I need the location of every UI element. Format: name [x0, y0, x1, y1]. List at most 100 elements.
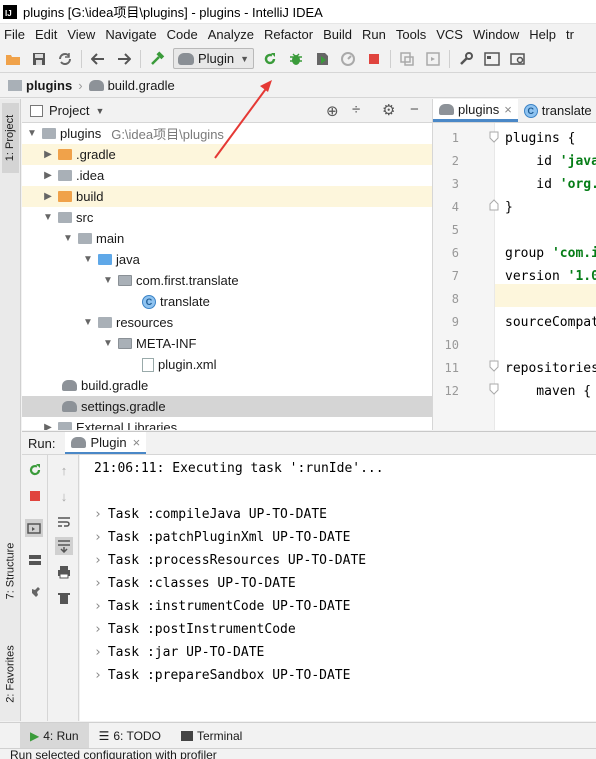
menu-file[interactable]: File: [0, 27, 30, 42]
run-configuration-select[interactable]: Plugin ▼: [173, 48, 255, 69]
collapse-arrow-icon[interactable]: ▶: [42, 422, 54, 430]
tree-node-translate-class[interactable]: C translate: [22, 291, 432, 312]
menu-help[interactable]: Help: [524, 27, 561, 42]
tree-node-idea[interactable]: ▶ .idea: [22, 165, 432, 186]
tree-node-resources[interactable]: ▼ resources: [22, 312, 432, 333]
restore-layout-icon[interactable]: [25, 519, 43, 537]
expand-arrow-icon[interactable]: ▼: [102, 338, 114, 349]
tab-favorites[interactable]: 2: Favorites: [2, 629, 19, 719]
menu-translate[interactable]: tr: [561, 27, 579, 42]
code-editor[interactable]: 1 2 3 4 5 6 7 8 9 10 11 12 plugins { id …: [432, 123, 596, 430]
coverage-icon[interactable]: [311, 48, 333, 70]
tree-node-build[interactable]: ▶ build: [22, 186, 432, 207]
expand-arrow-icon[interactable]: ▼: [42, 212, 54, 223]
collapse-all-icon[interactable]: ÷: [352, 101, 360, 118]
folder-icon: [8, 80, 22, 91]
save-all-icon[interactable]: [28, 48, 50, 70]
rerun-icon[interactable]: [259, 48, 281, 70]
collapse-arrow-icon[interactable]: ▶: [42, 170, 54, 181]
layout-icon[interactable]: [26, 551, 44, 569]
project-view-selector[interactable]: Project: [49, 103, 89, 118]
tree-node-meta-inf[interactable]: ▼ META-INF: [22, 333, 432, 354]
locate-target-icon[interactable]: ⊕: [326, 102, 339, 120]
tab-project[interactable]: 1: Project: [2, 103, 19, 173]
fold-marker-icon[interactable]: [489, 131, 499, 143]
back-icon[interactable]: [87, 48, 109, 70]
stop-icon[interactable]: [363, 48, 385, 70]
sync-icon[interactable]: [54, 48, 76, 70]
rerun-icon[interactable]: [26, 461, 44, 479]
tree-node-plugins[interactable]: ▼ plugins G:\idea项目\plugins: [22, 123, 432, 144]
profile-icon[interactable]: [337, 48, 359, 70]
menu-window[interactable]: Window: [468, 27, 524, 42]
run-tab-plugin[interactable]: Plugin ×: [65, 432, 147, 454]
expand-arrow-icon[interactable]: ▼: [82, 317, 94, 328]
collapse-arrow-icon[interactable]: ▶: [42, 191, 54, 202]
scroll-to-end-icon[interactable]: [55, 537, 73, 555]
chevron-down-icon[interactable]: ▼: [95, 106, 104, 116]
editor-tab-translate[interactable]: C translate: [518, 99, 596, 122]
fold-marker-icon[interactable]: [489, 199, 499, 211]
structure-icon[interactable]: [422, 48, 444, 70]
line-number: 4: [451, 200, 459, 214]
close-icon[interactable]: ×: [133, 435, 141, 450]
tab-run[interactable]: ▶ 4: Run: [20, 722, 89, 749]
frames-icon[interactable]: [396, 48, 418, 70]
find-icon[interactable]: [507, 48, 529, 70]
expand-arrow-icon[interactable]: ▼: [82, 254, 94, 265]
breadcrumb-root[interactable]: plugins: [26, 78, 72, 93]
tree-node-settings-gradle[interactable]: settings.gradle: [22, 396, 432, 417]
arrow-up-icon[interactable]: ↑: [55, 461, 73, 479]
tree-node-plugin-xml[interactable]: plugin.xml: [22, 354, 432, 375]
code-line: id 'org.: [505, 177, 596, 192]
breadcrumb-separator: ›: [78, 78, 83, 93]
tree-node-src[interactable]: ▼ src: [22, 207, 432, 228]
chevron-right-icon: ›: [94, 530, 102, 545]
tree-node-gradle-dir[interactable]: ▶ .gradle: [22, 144, 432, 165]
debug-bug-icon[interactable]: [285, 48, 307, 70]
tab-todo[interactable]: ☰ 6: TODO: [89, 723, 171, 749]
settings-wrench-icon[interactable]: [455, 48, 477, 70]
gear-icon[interactable]: ⚙: [382, 101, 395, 119]
tab-structure[interactable]: 7: Structure: [2, 531, 19, 611]
fold-marker-icon[interactable]: [489, 383, 499, 395]
trash-icon[interactable]: [55, 589, 73, 607]
run-console[interactable]: 21:06:11: Executing task ':runIde'... › T…: [80, 455, 596, 721]
tree-node-main[interactable]: ▼ main: [22, 228, 432, 249]
forward-icon[interactable]: [113, 48, 135, 70]
soft-wrap-icon[interactable]: [55, 513, 73, 531]
collapse-arrow-icon[interactable]: ▶: [42, 149, 54, 160]
menu-code[interactable]: Code: [162, 27, 203, 42]
run-toolbar-secondary: ↑ ↓: [49, 455, 79, 721]
tab-terminal[interactable]: Terminal: [171, 723, 252, 749]
open-folder-icon[interactable]: [2, 48, 24, 70]
expand-arrow-icon[interactable]: ▼: [102, 275, 114, 286]
arrow-down-icon[interactable]: ↓: [55, 487, 73, 505]
menu-tools[interactable]: Tools: [391, 27, 431, 42]
menu-analyze[interactable]: Analyze: [203, 27, 259, 42]
menu-edit[interactable]: Edit: [30, 27, 62, 42]
pin-icon[interactable]: [26, 585, 44, 603]
stop-icon[interactable]: [26, 487, 44, 505]
tree-node-label: META-INF: [136, 336, 197, 351]
build-hammer-icon[interactable]: [146, 48, 168, 70]
menu-run[interactable]: Run: [357, 27, 391, 42]
editor-tab-plugins[interactable]: plugins ×: [433, 99, 518, 122]
project-structure-icon[interactable]: [481, 48, 503, 70]
menu-vcs[interactable]: VCS: [431, 27, 468, 42]
menu-view[interactable]: View: [62, 27, 100, 42]
tree-node-build-gradle[interactable]: build.gradle: [22, 375, 432, 396]
tree-node-package[interactable]: ▼ com.first.translate: [22, 270, 432, 291]
tree-node-java[interactable]: ▼ java: [22, 249, 432, 270]
minimize-icon[interactable]: −: [410, 101, 419, 118]
expand-arrow-icon[interactable]: ▼: [26, 128, 38, 139]
fold-marker-icon[interactable]: [489, 360, 499, 372]
print-icon[interactable]: [55, 563, 73, 581]
menu-navigate[interactable]: Navigate: [100, 27, 161, 42]
menu-refactor[interactable]: Refactor: [259, 27, 318, 42]
close-icon[interactable]: ×: [504, 102, 512, 117]
menu-build[interactable]: Build: [318, 27, 357, 42]
breadcrumb-file[interactable]: build.gradle: [108, 78, 175, 93]
expand-arrow-icon[interactable]: ▼: [62, 233, 74, 244]
tree-node-external-libraries[interactable]: ▶ External Libraries: [22, 417, 432, 430]
